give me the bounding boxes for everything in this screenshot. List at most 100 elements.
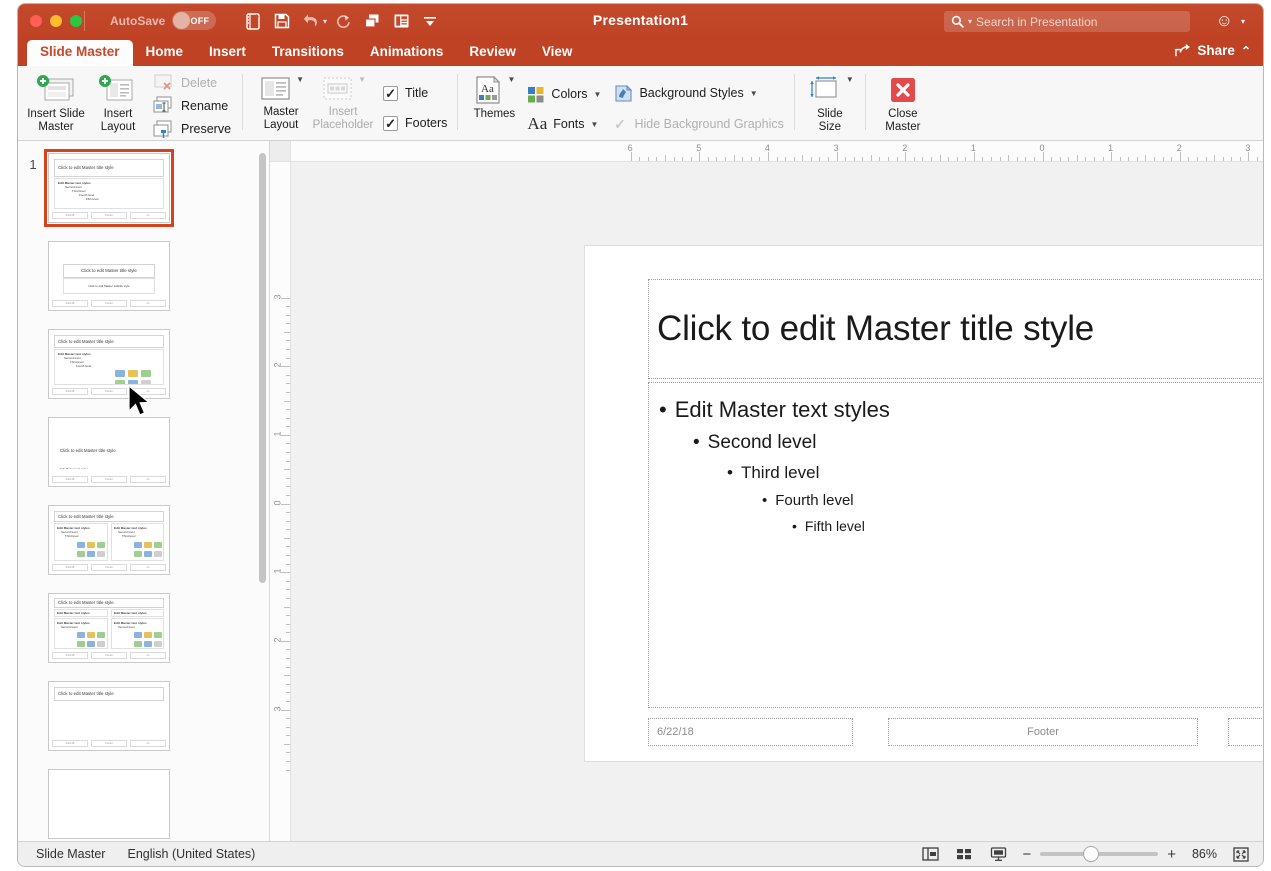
video-icon: [141, 380, 151, 384]
horizontal-ruler[interactable]: 6543210123456: [270, 141, 1263, 162]
ruler-tick: [286, 692, 290, 694]
picture-icon: [115, 380, 125, 384]
preserve-button[interactable]: Preserve: [149, 119, 235, 140]
online-picture-icon: [87, 641, 95, 647]
thumbnail-item-7[interactable]: Click to edit Master title style 6/22/18…: [48, 681, 170, 751]
ruler-tick: [699, 152, 701, 161]
slide-sorter-icon[interactable]: [954, 846, 974, 862]
normal-view-icon[interactable]: [920, 846, 940, 862]
fit-to-window-icon[interactable]: [1231, 846, 1251, 862]
colors-button[interactable]: Colors ▼: [523, 83, 605, 105]
close-master-button[interactable]: Close Master: [873, 70, 933, 140]
thumb-subtitle-text: Edit Master text styles: [60, 467, 89, 469]
body-level-5: • Fifth level: [792, 518, 1263, 534]
ribbon-tabs[interactable]: Slide Master Home Insert Transitions Ani…: [18, 38, 1263, 66]
insert-layout-button[interactable]: Insert Layout: [87, 70, 149, 140]
themes-button[interactable]: Aa ▼ Themes: [465, 70, 523, 140]
delete-button: Delete: [149, 72, 235, 93]
ruler-tick: [286, 615, 290, 617]
tab-slide-master[interactable]: Slide Master: [27, 40, 133, 66]
body-placeholder[interactable]: • Edit Master text styles • Second level…: [648, 382, 1263, 708]
zoom-percent-label[interactable]: 86%: [1185, 847, 1217, 861]
fonts-button[interactable]: Aa Fonts ▼: [523, 113, 605, 135]
thumbnail-layout-section-header[interactable]: Click to edit Master title style Edit Ma…: [48, 417, 170, 487]
thumbnail-item-4[interactable]: Click to edit Master title style Edit Ma…: [48, 417, 170, 487]
search-input[interactable]: ▾ Search in Presentation: [944, 11, 1190, 32]
zoom-control[interactable]: − + 86%: [1022, 847, 1217, 862]
search-dropdown-caret[interactable]: ▾: [968, 17, 972, 26]
thumbnail-layout-blank[interactable]: [48, 769, 170, 839]
fonts-dropdown-caret[interactable]: ▼: [591, 120, 599, 129]
ribbon-group-themes: Aa ▼ Themes Colors ▼ Aa Fonts ▼ Backgrou…: [458, 66, 793, 140]
date-placeholder[interactable]: 6/22/18: [648, 718, 853, 746]
smartart-icon: [97, 542, 105, 548]
master-layout-dropdown-caret[interactable]: ▼: [296, 75, 304, 84]
zoom-in-button[interactable]: +: [1167, 847, 1176, 862]
tab-home[interactable]: Home: [133, 40, 197, 66]
thumbnail-layout-title-only[interactable]: Click to edit Master title style 6/22/18…: [48, 681, 170, 751]
slide-editing-surface[interactable]: Click to edit Master title style • Edit …: [585, 246, 1263, 761]
tab-review[interactable]: Review: [456, 40, 529, 66]
current-view-label: Slide Master: [36, 847, 106, 861]
master-checkbox-column: ✓ Title ✓ Footers: [374, 70, 450, 140]
ruler-tick: [939, 155, 941, 161]
language-label[interactable]: English (United States): [127, 847, 255, 861]
thumb-body: Edit Master text styles Second level Thi…: [54, 178, 164, 209]
thumbnail-item-6[interactable]: Click to edit Master title style Edit Ma…: [48, 593, 170, 663]
ruler-tick: [284, 675, 290, 677]
feedback-dropdown-caret[interactable]: ▾: [1241, 17, 1245, 26]
footers-checkbox-box[interactable]: ✓: [383, 115, 399, 131]
thumbnail-item-1[interactable]: 1 Click to edit Master title style Edit …: [18, 149, 174, 227]
insert-placeholder-label: Insert Placeholder: [312, 106, 374, 131]
slide-size-button[interactable]: ▼ Slide Size: [802, 70, 858, 140]
themes-dropdown-caret[interactable]: ▼: [507, 75, 515, 84]
background-styles-button[interactable]: Background Styles ▼: [609, 82, 786, 104]
title-checkbox[interactable]: ✓ Title: [380, 81, 450, 105]
thumbnail-item-8[interactable]: [48, 769, 170, 839]
insert-slide-master-button[interactable]: Insert Slide Master: [25, 70, 87, 140]
footer-placeholder[interactable]: Footer: [888, 718, 1198, 746]
thumb-footer-date: 6/22/18: [52, 388, 88, 395]
theme-options-column: Colors ▼ Aa Fonts ▼: [523, 70, 605, 140]
vertical-ruler[interactable]: 3210123: [270, 162, 291, 841]
thumbnail-layout-two-content[interactable]: Click to edit Master title style Edit Ma…: [48, 505, 170, 575]
ruler-tick: [956, 157, 958, 161]
share-button[interactable]: Share ⌃: [1174, 43, 1251, 58]
ruler-tick: [286, 529, 290, 531]
tab-view[interactable]: View: [529, 40, 586, 66]
feedback-smiley-icon[interactable]: ☺: [1216, 11, 1233, 31]
thumbnail-slide-master[interactable]: Click to edit Master title style Edit Ma…: [44, 149, 174, 227]
zoom-slider-handle[interactable]: [1084, 847, 1099, 861]
thumbnail-item-2[interactable]: Click to edit Master title style Click t…: [48, 241, 170, 311]
ruler-tick: [281, 503, 290, 505]
collapse-ribbon-chevron-icon[interactable]: ⌃: [1241, 44, 1251, 58]
thumb-footer-text: Footer: [91, 652, 127, 659]
canvas-stage[interactable]: Click to edit Master title style • Edit …: [291, 162, 1263, 841]
footers-checkbox[interactable]: ✓ Footers: [380, 111, 450, 135]
thumb-body-l3: Third level: [65, 534, 79, 538]
ruler-tick: [1248, 152, 1250, 161]
thumbnail-layout-comparison[interactable]: Click to edit Master title style Edit Ma…: [48, 593, 170, 663]
rename-button[interactable]: Rename: [149, 95, 235, 116]
title-placeholder[interactable]: Click to edit Master title style: [648, 279, 1263, 379]
slide-number-placeholder[interactable]: ‹#›: [1228, 718, 1263, 746]
thumbnail-layout-title-slide[interactable]: Click to edit Master title style Click t…: [48, 241, 170, 311]
tab-insert[interactable]: Insert: [196, 40, 259, 66]
thumbnail-layout-title-and-content[interactable]: Click to edit Master title style Edit Ma…: [48, 329, 170, 399]
thumbnail-item-5[interactable]: Click to edit Master title style Edit Ma…: [48, 505, 170, 575]
slide-thumbnail-pane[interactable]: 1 Click to edit Master title style Edit …: [18, 141, 270, 841]
tab-transitions[interactable]: Transitions: [259, 40, 357, 66]
thumbnail-pane-scrollbar[interactable]: [259, 153, 266, 583]
slideshow-icon[interactable]: [988, 846, 1008, 862]
ruler-tick: [1257, 157, 1258, 161]
tab-animations[interactable]: Animations: [357, 40, 457, 66]
background-styles-dropdown-caret[interactable]: ▼: [750, 89, 758, 98]
master-layout-button[interactable]: ▼ Master Layout: [250, 70, 312, 140]
ruler-tick: [1222, 157, 1224, 161]
zoom-out-button[interactable]: −: [1022, 847, 1031, 862]
colors-dropdown-caret[interactable]: ▼: [594, 90, 602, 99]
thumbnail-item-3[interactable]: Click to edit Master title style Edit Ma…: [48, 329, 170, 399]
zoom-slider[interactable]: [1040, 847, 1159, 861]
slide-size-dropdown-caret[interactable]: ▼: [846, 75, 854, 84]
title-checkbox-box[interactable]: ✓: [383, 85, 399, 101]
